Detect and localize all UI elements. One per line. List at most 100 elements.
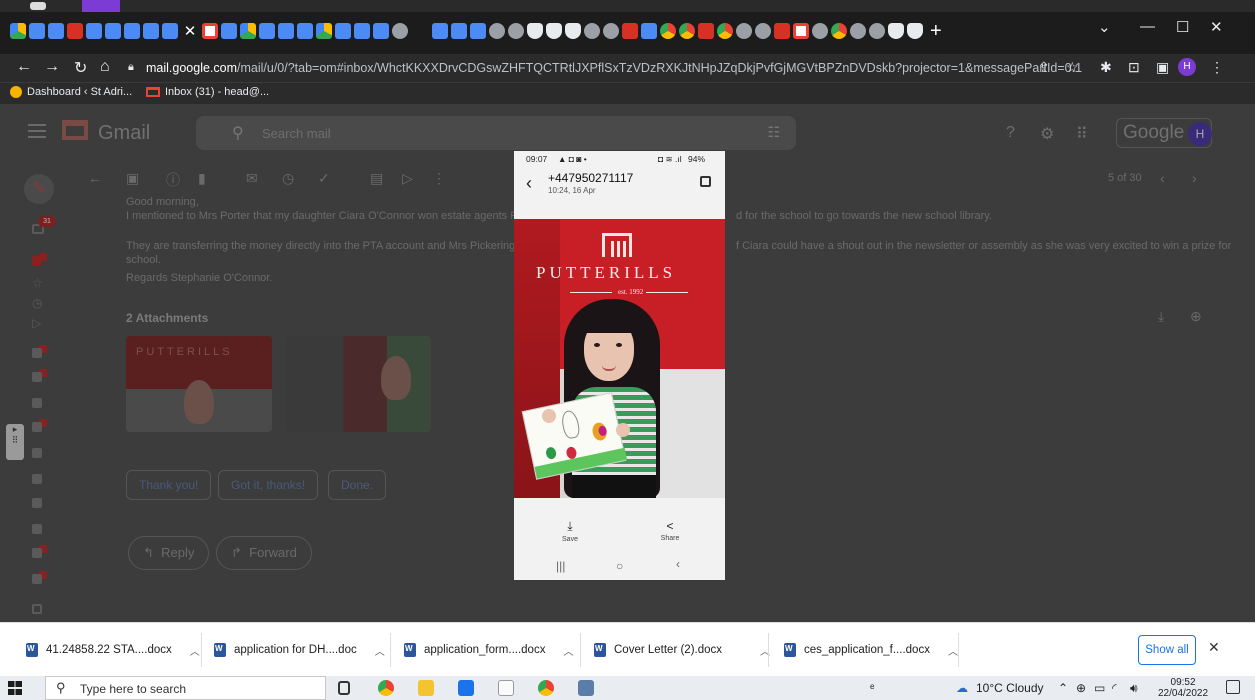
- docs-tab[interactable]: [86, 23, 102, 39]
- gmail-tab[interactable]: [793, 23, 809, 39]
- gmail-tab[interactable]: [202, 23, 218, 39]
- minimize-icon[interactable]: —: [1140, 18, 1155, 35]
- mail-app-icon[interactable]: [458, 680, 474, 696]
- drive-tab[interactable]: [10, 23, 26, 39]
- account-avatar[interactable]: H: [1188, 122, 1212, 146]
- compose-pencil-icon[interactable]: ✎: [24, 174, 54, 204]
- home-icon[interactable]: ⌂: [100, 58, 110, 76]
- chevron-up-icon[interactable]: ︿: [948, 643, 958, 658]
- bookmark-star-icon[interactable]: ☆: [1066, 59, 1079, 76]
- url-field[interactable]: mail.google.com/mail/u/0/?tab=om#inbox/W…: [146, 54, 1082, 82]
- label-icon[interactable]: [32, 448, 42, 458]
- school-tab[interactable]: [565, 23, 581, 39]
- side-panel-handle[interactable]: ▸ ⠿: [6, 424, 24, 460]
- older-chevron-icon[interactable]: ›: [1192, 170, 1197, 186]
- file-explorer-icon[interactable]: [418, 680, 434, 696]
- school-tab[interactable]: [907, 23, 923, 39]
- weather-text[interactable]: 10°C Cloudy: [976, 681, 1044, 695]
- web-tab[interactable]: [869, 23, 885, 39]
- web-tab[interactable]: [850, 23, 866, 39]
- bookmark-inbox[interactable]: Inbox (31) - head@...: [146, 86, 269, 98]
- notification-center-icon[interactable]: [1226, 680, 1240, 694]
- label-icon[interactable]: [32, 398, 42, 408]
- volume-icon[interactable]: 🔊︎: [1130, 681, 1138, 696]
- add-to-drive-icon[interactable]: ⊕: [1190, 308, 1202, 325]
- docs-tab[interactable]: [162, 23, 178, 39]
- tab-close-icon[interactable]: ✕: [181, 22, 199, 40]
- browser-menu-icon[interactable]: ⋮: [1210, 59, 1224, 76]
- search-options-icon[interactable]: ☷: [767, 124, 780, 141]
- taskbar-clock[interactable]: 09:52 22/04/2022: [1158, 677, 1208, 699]
- web-tab[interactable]: [679, 23, 695, 39]
- tray-network-icon[interactable]: ⊕: [1076, 681, 1086, 695]
- docs-tab[interactable]: [354, 23, 370, 39]
- drafts-icon[interactable]: [32, 348, 42, 358]
- meet-icon[interactable]: [32, 604, 42, 614]
- drive-tab[interactable]: [240, 23, 256, 39]
- docs-tab[interactable]: [373, 23, 389, 39]
- web-tab[interactable]: [774, 23, 790, 39]
- tab-search-chevron-icon[interactable]: ⌄: [1098, 18, 1111, 36]
- school-tab[interactable]: [527, 23, 543, 39]
- bookmark-dashboard[interactable]: Dashboard ‹ St Adri...: [10, 86, 132, 98]
- extensions-icon[interactable]: ✱: [1100, 59, 1112, 76]
- image-preview-phone-screenshot[interactable]: 09:07 ▲ ◘ ◙ • ◘ ≋ .ıl 94% ‹ +44795027111…: [514, 151, 725, 580]
- chevron-up-icon[interactable]: ︿: [190, 643, 200, 658]
- docs-tab[interactable]: [29, 23, 45, 39]
- back-icon[interactable]: ←: [16, 58, 32, 76]
- help-icon[interactable]: ?: [1006, 124, 1015, 142]
- docs-tab[interactable]: [335, 23, 351, 39]
- calculator-app-icon[interactable]: [578, 680, 594, 696]
- main-menu-icon[interactable]: [28, 124, 46, 138]
- docs-tab[interactable]: [105, 23, 121, 39]
- chevron-up-icon[interactable]: ︿: [563, 643, 573, 658]
- attachment-thumbnail[interactable]: PUTTERILLS: [126, 336, 272, 432]
- docs-tab[interactable]: [432, 23, 448, 39]
- forward-icon[interactable]: →: [44, 58, 60, 76]
- profile-avatar[interactable]: H: [1178, 58, 1196, 76]
- download-item[interactable]: Cover Letter (2).docx ︿: [594, 623, 770, 677]
- chrome-profile-icon[interactable]: [538, 680, 554, 696]
- move-to-icon[interactable]: ▤: [370, 170, 383, 187]
- web-tab[interactable]: [392, 23, 408, 39]
- forward-button[interactable]: ↱ Forward: [216, 536, 312, 570]
- download-item[interactable]: 41.24858.22 STA....docx ︿: [26, 623, 200, 677]
- smart-reply-chip[interactable]: Thank you!: [126, 470, 212, 500]
- docs-tab[interactable]: [221, 23, 237, 39]
- red-label-icon[interactable]: [32, 256, 42, 266]
- label-icon[interactable]: [32, 474, 42, 484]
- docs-tab[interactable]: [124, 23, 140, 39]
- close-downloads-icon[interactable]: ✕: [1208, 639, 1220, 656]
- add-task-icon[interactable]: ✓: [318, 170, 330, 187]
- google-tab[interactable]: [660, 23, 676, 39]
- web-tab[interactable]: [812, 23, 828, 39]
- snooze-icon[interactable]: ◷: [282, 170, 294, 187]
- docs-tab[interactable]: [451, 23, 467, 39]
- tray-chevron-icon[interactable]: ⌃: [1058, 681, 1068, 695]
- label-icon[interactable]: [32, 548, 42, 558]
- image-tab[interactable]: [67, 23, 83, 39]
- people-icon[interactable]: ᵉ: [870, 681, 874, 695]
- smart-reply-chip[interactable]: Got it, thanks!: [218, 470, 319, 500]
- web-tab[interactable]: [641, 23, 657, 39]
- school-tab[interactable]: [546, 23, 562, 39]
- download-item[interactable]: ces_application_f....docx ︿: [784, 623, 958, 677]
- web-tab[interactable]: [717, 23, 733, 39]
- web-tab[interactable]: [584, 23, 600, 39]
- snoozed-icon[interactable]: ◷: [32, 296, 42, 310]
- side-panel-icon[interactable]: ▣: [1156, 59, 1169, 76]
- web-tab[interactable]: [603, 23, 619, 39]
- docs-tab[interactable]: [48, 23, 64, 39]
- docs-tab[interactable]: [297, 23, 313, 39]
- search-icon[interactable]: ⚲: [232, 123, 244, 143]
- newer-chevron-icon[interactable]: ‹: [1160, 170, 1165, 186]
- label-icon[interactable]: [32, 372, 42, 382]
- apps-grid-icon[interactable]: ⠿: [1076, 124, 1088, 144]
- delete-icon[interactable]: ▮: [198, 170, 206, 187]
- wifi-icon[interactable]: ◜: [1112, 681, 1117, 695]
- web-tab[interactable]: [755, 23, 771, 39]
- web-tab[interactable]: [698, 23, 714, 39]
- close-window-icon[interactable]: ✕: [1210, 18, 1223, 36]
- web-tab[interactable]: [508, 23, 524, 39]
- battery-icon[interactable]: ▭: [1094, 681, 1105, 695]
